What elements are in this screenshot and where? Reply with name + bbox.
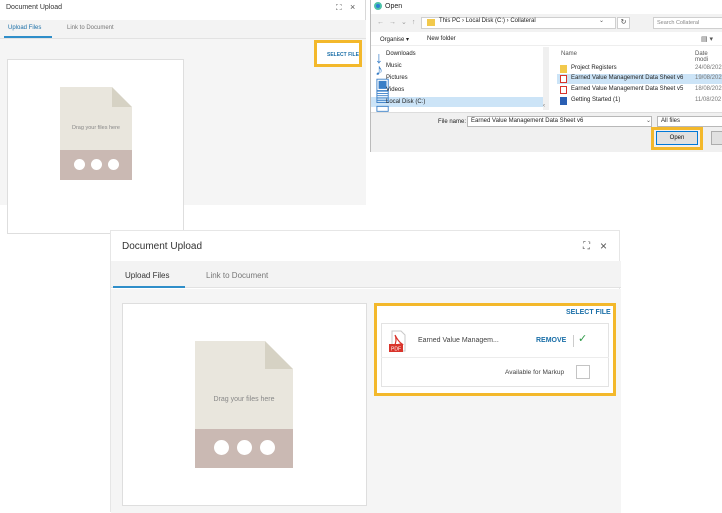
view-options-icon[interactable]: ▤ ▾ [701,35,713,43]
file-row[interactable]: Earned Value Management Data Sheet v6 19/… [557,74,722,84]
file-name: Getting Started (1) [571,97,621,103]
close-icon[interactable]: × [350,2,355,12]
remove-button[interactable]: REMOVE [536,337,566,344]
file-date: 18/08/202 [695,86,722,92]
file-date: 19/08/202 [695,75,722,81]
file-date: 11/08/202 [695,97,722,103]
document-icon [560,97,567,105]
pdf-icon-label: PDF [391,347,401,353]
column-header-name[interactable]: Name [561,51,577,57]
divider [573,335,574,347]
open-button[interactable]: Open [656,131,698,145]
pdf-icon [560,75,567,83]
nav-item-label[interactable]: Pictures [386,75,408,81]
divider [381,357,609,358]
refresh-icon[interactable]: ↻ [617,17,630,29]
close-icon[interactable]: × [600,239,607,253]
scrollbar[interactable] [543,47,549,110]
markup-checkbox[interactable] [576,365,590,379]
document-upload-dialog: Document Upload ⛶ × Upload Files Link to… [110,230,621,513]
organise-button[interactable]: Organise ▾ [380,36,409,43]
search-input[interactable]: Search Collateral [653,17,722,29]
check-icon: ✓ [578,333,588,345]
document-upload-dialog-small: Document Upload ⛶ × Upload Files Link to… [0,0,366,234]
maximize-icon[interactable]: ⛶ [336,3,342,13]
scroll-left-icon[interactable]: ‹ [543,103,545,109]
chevron-down-icon[interactable]: ⌄ [646,117,651,124]
active-tab-underline [113,286,185,288]
file-date: 24/08/202 [695,65,722,71]
drop-text: Drag your files here [72,125,120,131]
select-file-button[interactable]: SELECT FILE [566,309,611,316]
dialog-title: Open [385,3,403,10]
command-bar [371,32,722,46]
file-placeholder-icon: Drag your files here [195,341,293,468]
dialog-body: Drag your files here [0,39,366,234]
tab-upload-files[interactable]: Upload Files [8,25,41,31]
nav-item-label[interactable]: Downloads [386,51,416,57]
breadcrumb[interactable]: This PC › Local Disk (C:) › Collateral [439,18,536,24]
file-placeholder-icon: Drag your files here [60,87,132,180]
file-row[interactable]: Getting Started (1) 11/08/202 [557,96,722,106]
drop-zone[interactable]: Drag your files here [7,59,184,234]
pdf-icon: PDF [389,330,406,353]
browser-icon [374,2,382,10]
file-card [381,323,609,387]
file-type-select[interactable]: All files [657,116,722,127]
open-file-dialog: Open ←→⌄↑ This PC › Local Disk (C:) › Co… [370,0,722,152]
tab-bar [0,20,366,39]
new-folder-button[interactable]: New folder [427,36,456,42]
folder-icon [427,19,435,26]
nav-item-label[interactable]: Local Disk (C:) [386,99,425,105]
tab-link-to-document[interactable]: Link to Document [67,25,114,31]
filename-input[interactable]: Earned Value Management Data Sheet v6 [467,116,652,127]
drop-text: Drag your files here [213,396,275,403]
nav-item-label[interactable]: Music [386,63,402,69]
dialog-title: Document Upload [122,241,203,252]
tab-upload-files[interactable]: Upload Files [125,271,169,280]
markup-label: Available for Markup [505,369,565,376]
tab-link-to-document[interactable]: Link to Document [206,271,268,280]
nav-item-label[interactable]: Videos [386,87,404,93]
file-name: Project Registers [571,65,617,71]
file-name: Earned Value Managem... [418,337,499,344]
drop-zone[interactable]: Drag your files here [122,303,367,506]
nav-arrows[interactable]: ←→⌄↑ [377,18,420,26]
active-tab-underline [4,36,52,38]
maximize-icon[interactable]: ⛶ [583,241,590,252]
chevron-down-icon[interactable]: ⌄ [599,17,604,24]
file-row[interactable]: Earned Value Management Data Sheet v5 18/… [557,85,722,95]
filename-label: File name: [438,119,467,125]
tab-bar [111,261,621,288]
pdf-icon [560,86,567,94]
cancel-button[interactable] [711,131,722,145]
file-name: Earned Value Management Data Sheet v6 [571,75,684,81]
title-bar [371,0,722,14]
select-file-button[interactable]: SELECT FILE [327,52,359,58]
folder-icon [560,65,567,73]
column-header-date[interactable]: Date modi [695,51,722,63]
dialog-title: Document Upload [6,4,63,11]
file-name: Earned Value Management Data Sheet v5 [571,86,684,92]
file-row[interactable]: Project Registers 24/08/202 [557,64,722,74]
